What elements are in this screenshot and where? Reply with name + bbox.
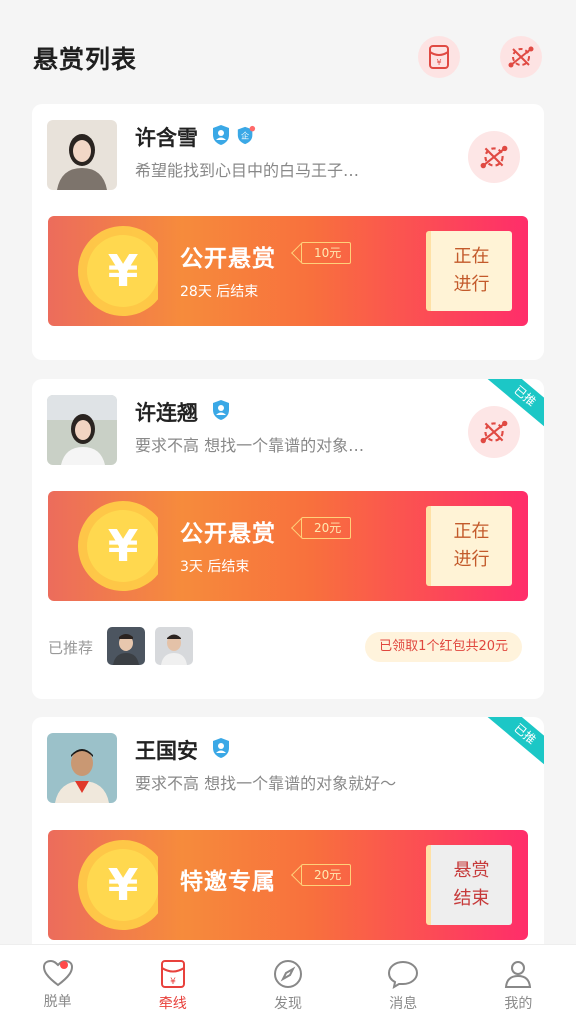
reward-amount-tag: 20元 bbox=[301, 864, 352, 886]
tab-discover[interactable]: 发现 bbox=[230, 945, 345, 1024]
red-envelope-icon: ¥ bbox=[160, 960, 185, 988]
compass-icon bbox=[274, 960, 302, 988]
tab-label: 我的 bbox=[504, 996, 533, 1012]
tab-label: 牵线 bbox=[158, 996, 187, 1012]
verified-shield-icon bbox=[213, 125, 229, 145]
reward-amount-tag: 10元 bbox=[301, 242, 352, 264]
reward-banner[interactable]: ¥ 公开悬赏 10元 28天 后结束 正在 进行 bbox=[48, 216, 528, 326]
time-remaining: 28天 后结束 bbox=[180, 284, 259, 300]
svg-text:¥: ¥ bbox=[108, 860, 139, 911]
status-button[interactable]: 正在 进行 bbox=[426, 506, 512, 586]
tab-label: 脱单 bbox=[43, 994, 72, 1010]
status-line: 悬赏 bbox=[453, 860, 490, 881]
user-description: 要求不高 想找一个靠谱的对象… bbox=[135, 436, 365, 455]
svg-text:¥: ¥ bbox=[436, 58, 441, 67]
time-remaining: 3天 后结束 bbox=[180, 559, 250, 575]
matchmake-button[interactable] bbox=[468, 406, 520, 458]
coin-icon: ¥ bbox=[78, 226, 158, 316]
tab-label: 发现 bbox=[274, 996, 302, 1012]
recommended-ribbon: 已推 bbox=[483, 717, 544, 772]
svg-text:¥: ¥ bbox=[108, 246, 139, 297]
user-description: 希望能找到心目中的白马王子… bbox=[135, 161, 360, 180]
bottom-tab-bar: 脱单 ¥ 牵线 发现 消息 我的 bbox=[0, 944, 576, 1024]
avatar[interactable] bbox=[47, 395, 117, 465]
chat-icon bbox=[388, 960, 419, 989]
status-line: 正在 bbox=[453, 246, 490, 267]
top-bar: 悬赏列表 ¥ bbox=[0, 0, 576, 104]
reward-card[interactable]: 已推 许连翘 要求不高 想找一个靠谱的对象… ¥ 公开悬赏 20元 3天 后结束… bbox=[32, 379, 544, 699]
svg-text:企: 企 bbox=[241, 131, 249, 141]
tab-profile[interactable]: 我的 bbox=[461, 945, 576, 1024]
status-line: 进行 bbox=[453, 274, 490, 295]
reward-banner[interactable]: ¥ 特邀专属 20元 悬赏 结束 bbox=[48, 830, 528, 940]
recommended-label: 已推荐 bbox=[48, 639, 94, 657]
notification-dot bbox=[60, 961, 68, 969]
user-name: 许连翘 bbox=[135, 401, 198, 425]
svg-text:¥: ¥ bbox=[108, 521, 139, 572]
reward-card[interactable]: 已推 王国安 要求不高 想找一个靠谱的对象就好～ ¥ 特邀专属 20元 悬赏 结… bbox=[32, 717, 544, 977]
reward-card[interactable]: 许含雪 企 希望能找到心目中的白马王子… ¥ 公开悬赏 10元 28天 后结束 … bbox=[32, 104, 544, 360]
avatar[interactable] bbox=[47, 733, 117, 803]
reward-banner[interactable]: ¥ 公开悬赏 20元 3天 后结束 正在 进行 bbox=[48, 491, 528, 601]
tab-messages[interactable]: 消息 bbox=[346, 945, 461, 1024]
coin-icon: ¥ bbox=[78, 840, 158, 930]
coin-icon: ¥ bbox=[78, 501, 158, 591]
badge-group bbox=[211, 737, 231, 759]
reward-type: 特邀专属 bbox=[180, 869, 276, 895]
matchmaker-button[interactable] bbox=[500, 36, 542, 78]
status-line: 正在 bbox=[453, 521, 490, 542]
recommended-avatar[interactable] bbox=[155, 627, 193, 665]
red-envelope-button[interactable]: ¥ bbox=[418, 36, 460, 78]
matchmaker-icon bbox=[508, 46, 534, 68]
user-icon bbox=[505, 961, 532, 988]
tab-matchmaking[interactable]: ¥ 牵线 bbox=[115, 945, 230, 1024]
enterprise-badge-icon: 企 bbox=[237, 125, 256, 145]
user-description: 要求不高 想找一个靠谱的对象就好～ bbox=[135, 774, 397, 793]
status-line: 结束 bbox=[453, 888, 490, 909]
svg-text:¥: ¥ bbox=[170, 977, 176, 987]
tab-label: 消息 bbox=[389, 996, 418, 1012]
reward-claimed-info: 已领取1个红包共20元 bbox=[365, 632, 522, 662]
recommended-avatar[interactable] bbox=[107, 627, 145, 665]
user-name: 许含雪 bbox=[135, 126, 198, 150]
reward-amount-tag: 20元 bbox=[301, 517, 352, 539]
heart-icon bbox=[42, 959, 73, 987]
page-title: 悬赏列表 bbox=[33, 45, 138, 74]
matchmaker-icon bbox=[480, 420, 508, 444]
verified-shield-icon bbox=[213, 400, 229, 420]
tab-dating[interactable]: 脱单 bbox=[0, 945, 115, 1024]
status-button[interactable]: 正在 进行 bbox=[426, 231, 512, 311]
reward-type: 公开悬赏 bbox=[180, 246, 276, 272]
status-line: 进行 bbox=[453, 549, 490, 570]
matchmake-button[interactable] bbox=[468, 131, 520, 183]
reward-type: 公开悬赏 bbox=[180, 521, 276, 547]
verified-shield-icon bbox=[213, 738, 229, 758]
badge-group: 企 bbox=[211, 124, 256, 146]
red-envelope-icon: ¥ bbox=[429, 45, 449, 69]
matchmaker-icon bbox=[480, 145, 508, 169]
avatar[interactable] bbox=[47, 120, 117, 190]
user-name: 王国安 bbox=[135, 739, 198, 763]
status-button[interactable]: 悬赏 结束 bbox=[426, 845, 512, 925]
badge-group bbox=[211, 399, 231, 421]
